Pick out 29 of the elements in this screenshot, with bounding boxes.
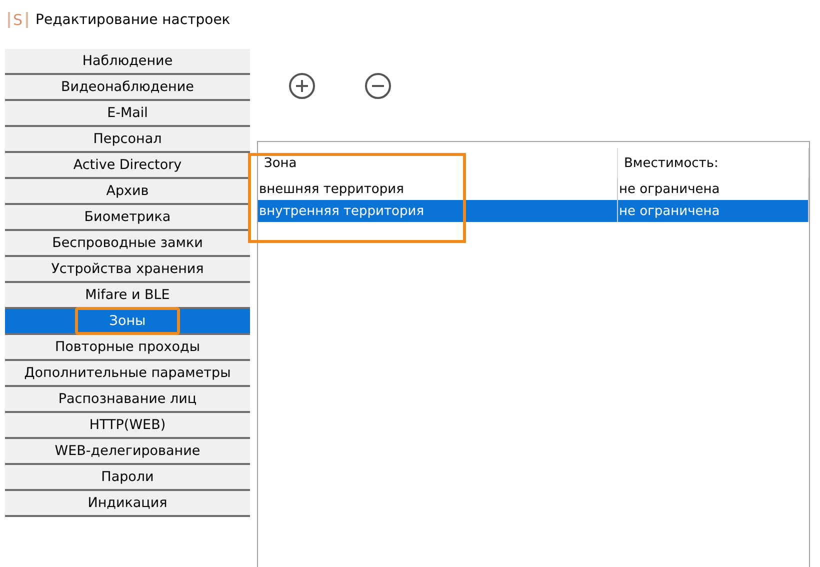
sidebar-item[interactable]: Mifare и BLE [5,283,250,309]
sidebar-item[interactable]: Дополнительные параметры [5,361,250,387]
sidebar-item[interactable]: Видеонаблюдение [5,75,250,101]
remove-icon [364,72,392,100]
column-header[interactable]: Зона [258,148,618,178]
sidebar-item[interactable]: Пароли [5,465,250,491]
sidebar-item[interactable]: Устройства хранения [5,257,250,283]
sidebar-item[interactable]: Беспроводные замки [5,231,250,257]
sidebar-item[interactable]: Индикация [5,491,250,517]
sidebar-item[interactable]: Биометрика [5,205,250,231]
table-row[interactable]: внутренняя территория не ограничена [258,200,809,222]
window-title: Редактирование настроек [36,12,230,28]
sidebar-item[interactable]: Архив [5,179,250,205]
add-icon [288,72,316,100]
column-header[interactable]: Вместимость: [618,148,809,178]
sidebar-item[interactable]: Распознавание лиц [5,387,250,413]
app-logo: S [8,12,28,28]
add-button[interactable] [288,72,316,100]
sidebar-item[interactable]: HTTP(WEB) [5,413,250,439]
table-cell: не ограничена [618,200,809,222]
sidebar-item[interactable]: Active Directory [5,153,250,179]
sidebar-item[interactable]: E-Mail [5,101,250,127]
sidebar-item[interactable]: WEB-делегирование [5,439,250,465]
remove-button[interactable] [364,72,392,100]
sidebar-item[interactable]: Повторные проходы [5,335,250,361]
table-cell: внутренняя территория [258,200,618,222]
sidebar-item[interactable]: Персонал [5,127,250,153]
sidebar-item[interactable]: Наблюдение [5,49,250,75]
sidebar-item[interactable]: Зоны [5,309,250,335]
